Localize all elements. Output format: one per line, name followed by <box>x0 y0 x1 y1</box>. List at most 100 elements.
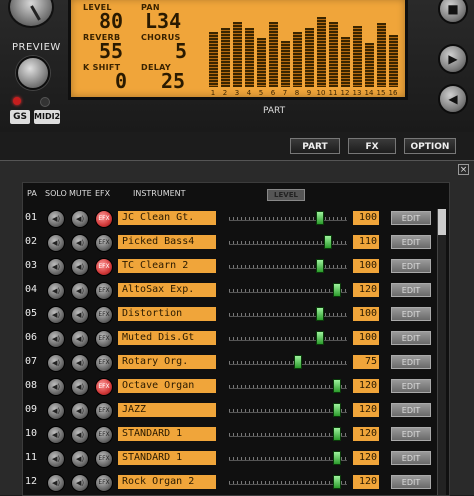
efx-button[interactable]: EFX <box>95 474 113 492</box>
mute-button[interactable]: ◀) <box>71 354 89 372</box>
instrument-field[interactable]: JC Clean Gt. <box>118 211 216 225</box>
mute-button[interactable]: ◀) <box>71 258 89 276</box>
efx-button[interactable]: EFX <box>95 330 113 348</box>
instrument-field[interactable]: Rotary Org. <box>118 355 216 369</box>
edit-button[interactable]: EDIT <box>391 235 431 249</box>
level-slider[interactable] <box>229 475 347 489</box>
preview-button[interactable] <box>16 56 50 90</box>
instrument-field[interactable]: STANDARD 1 <box>118 427 216 441</box>
stop-button[interactable]: ■ <box>438 0 468 24</box>
solo-button[interactable]: ◀) <box>47 354 65 372</box>
fx-mode-button[interactable]: FX <box>348 138 396 154</box>
instrument-field[interactable]: TC Clearn 2 <box>118 259 216 273</box>
level-value[interactable]: 120 <box>353 427 379 441</box>
efx-button[interactable]: EFX <box>95 306 113 324</box>
instrument-field[interactable]: JAZZ <box>118 403 216 417</box>
edit-button[interactable]: EDIT <box>391 259 431 273</box>
instrument-field[interactable]: Rock Organ 2 <box>118 475 216 489</box>
efx-button[interactable]: EFX <box>95 282 113 300</box>
solo-button[interactable]: ◀) <box>47 402 65 420</box>
slider-thumb[interactable] <box>294 355 302 369</box>
instrument-field[interactable]: STANDARD 1 <box>118 451 216 465</box>
level-value[interactable]: 120 <box>353 403 379 417</box>
rewind-button[interactable]: ◀ <box>438 84 468 114</box>
mute-button[interactable]: ◀) <box>71 210 89 228</box>
option-mode-button[interactable]: OPTION <box>404 138 456 154</box>
solo-button[interactable]: ◀) <box>47 234 65 252</box>
solo-button[interactable]: ◀) <box>47 210 65 228</box>
slider-thumb[interactable] <box>316 331 324 345</box>
solo-button[interactable]: ◀) <box>47 258 65 276</box>
level-value[interactable]: 120 <box>353 283 379 297</box>
instrument-field[interactable]: Octave Organ <box>118 379 216 393</box>
level-slider[interactable] <box>229 235 347 249</box>
solo-button[interactable]: ◀) <box>47 306 65 324</box>
level-sort-button[interactable]: LEVEL <box>267 189 305 201</box>
slider-thumb[interactable] <box>316 307 324 321</box>
level-value[interactable]: 75 <box>353 355 379 369</box>
level-slider[interactable] <box>229 403 347 417</box>
instrument-field[interactable]: Muted Dis.Gt <box>118 331 216 345</box>
slider-thumb[interactable] <box>316 259 324 273</box>
close-icon[interactable]: × <box>458 164 469 175</box>
slider-thumb[interactable] <box>333 379 341 393</box>
solo-button[interactable]: ◀) <box>47 282 65 300</box>
solo-button[interactable]: ◀) <box>47 474 65 492</box>
level-slider[interactable] <box>229 259 347 273</box>
efx-button[interactable]: EFX <box>95 378 113 396</box>
solo-button[interactable]: ◀) <box>47 450 65 468</box>
solo-button[interactable]: ◀) <box>47 426 65 444</box>
scrollbar-thumb[interactable] <box>438 209 446 235</box>
level-slider[interactable] <box>229 211 347 225</box>
efx-button[interactable]: EFX <box>95 354 113 372</box>
level-value[interactable]: 100 <box>353 259 379 273</box>
mute-button[interactable]: ◀) <box>71 330 89 348</box>
table-scrollbar[interactable] <box>437 209 446 495</box>
edit-button[interactable]: EDIT <box>391 379 431 393</box>
edit-button[interactable]: EDIT <box>391 331 431 345</box>
edit-button[interactable]: EDIT <box>391 211 431 225</box>
efx-button[interactable]: EFX <box>95 234 113 252</box>
efx-button[interactable]: EFX <box>95 402 113 420</box>
level-slider[interactable] <box>229 355 347 369</box>
level-slider[interactable] <box>229 307 347 321</box>
efx-button[interactable]: EFX <box>95 426 113 444</box>
mute-button[interactable]: ◀) <box>71 402 89 420</box>
mute-button[interactable]: ◀) <box>71 306 89 324</box>
mute-button[interactable]: ◀) <box>71 426 89 444</box>
solo-button[interactable]: ◀) <box>47 330 65 348</box>
edit-button[interactable]: EDIT <box>391 355 431 369</box>
edit-button[interactable]: EDIT <box>391 403 431 417</box>
instrument-field[interactable]: Picked Bass4 <box>118 235 216 249</box>
mute-button[interactable]: ◀) <box>71 282 89 300</box>
solo-button[interactable]: ◀) <box>47 378 65 396</box>
edit-button[interactable]: EDIT <box>391 307 431 321</box>
level-slider[interactable] <box>229 451 347 465</box>
slider-thumb[interactable] <box>333 403 341 417</box>
level-value[interactable]: 110 <box>353 235 379 249</box>
level-value[interactable]: 100 <box>353 211 379 225</box>
mute-button[interactable]: ◀) <box>71 450 89 468</box>
level-value[interactable]: 100 <box>353 331 379 345</box>
slider-thumb[interactable] <box>333 427 341 441</box>
mute-button[interactable]: ◀) <box>71 234 89 252</box>
mute-button[interactable]: ◀) <box>71 474 89 492</box>
slider-thumb[interactable] <box>316 211 324 225</box>
level-slider[interactable] <box>229 379 347 393</box>
volume-knob[interactable] <box>8 0 54 28</box>
edit-button[interactable]: EDIT <box>391 475 431 489</box>
edit-button[interactable]: EDIT <box>391 427 431 441</box>
level-value[interactable]: 120 <box>353 451 379 465</box>
slider-thumb[interactable] <box>324 235 332 249</box>
level-value[interactable]: 120 <box>353 379 379 393</box>
play-button[interactable]: ▶ <box>438 44 468 74</box>
instrument-field[interactable]: AltoSax Exp. <box>118 283 216 297</box>
level-slider[interactable] <box>229 427 347 441</box>
level-slider[interactable] <box>229 331 347 345</box>
efx-button[interactable]: EFX <box>95 210 113 228</box>
slider-thumb[interactable] <box>333 283 341 297</box>
part-mode-button[interactable]: PART <box>290 138 340 154</box>
edit-button[interactable]: EDIT <box>391 283 431 297</box>
slider-thumb[interactable] <box>333 451 341 465</box>
edit-button[interactable]: EDIT <box>391 451 431 465</box>
